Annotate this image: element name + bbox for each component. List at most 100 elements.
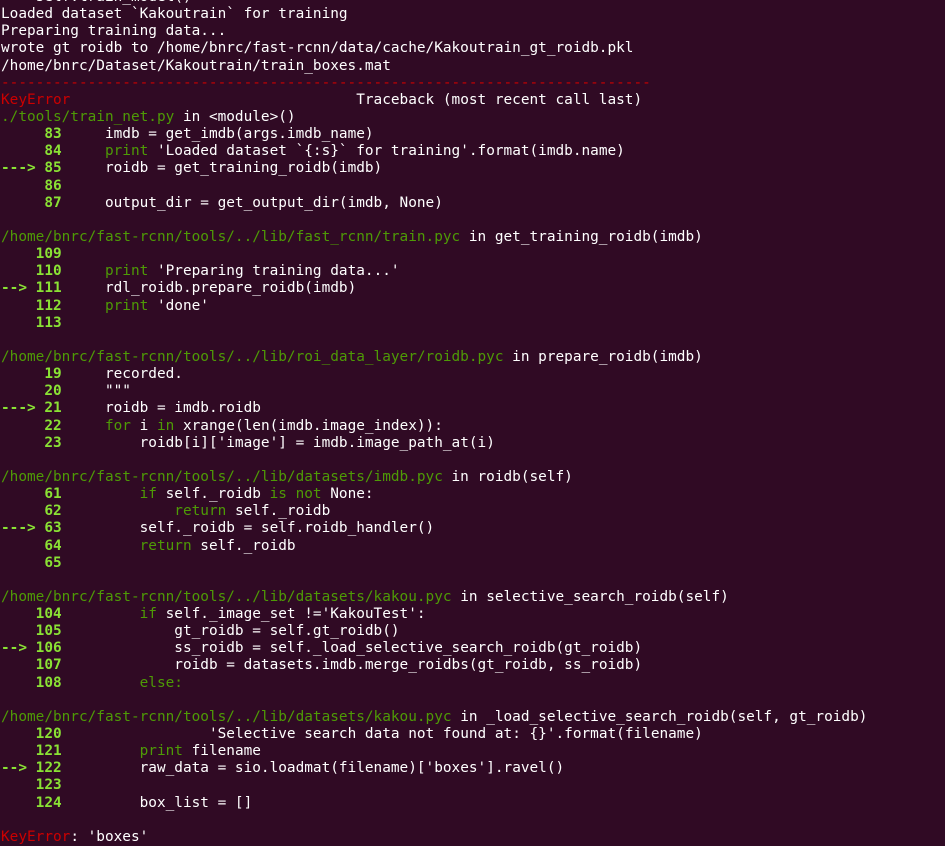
terminal-line: Preparing training data... (1, 23, 945, 40)
terminal-text: /home/bnrc/fast-rcnn/tools/../lib/datase… (1, 708, 452, 725)
terminal-text: prepare_roidb(imdb) (538, 348, 703, 365)
terminal-text: 113 (1, 314, 62, 331)
terminal-text: 64 (1, 537, 62, 554)
terminal-text: Loaded dataset `Kakoutrain` for training (1, 6, 348, 23)
terminal-text: output_dir = get_output_dir(imdb, None) (61, 194, 443, 211)
terminal-text: 'Preparing training data...' (156, 263, 400, 280)
terminal-line: --> 111 rdl_roidb.prepare_roidb(imdb) (1, 280, 945, 297)
terminal-text: in (174, 108, 209, 125)
terminal-text: 83 (1, 126, 62, 143)
terminal-line: 20 """ (1, 383, 945, 400)
terminal-text: --> 111 (1, 280, 62, 297)
terminal-text: _load_selective_search_roidb(self, gt_ro… (486, 708, 868, 725)
terminal-text: ] = imdb.image_path_at(i) (278, 434, 495, 451)
terminal-text: None: (330, 486, 374, 503)
terminal-text: is not (269, 486, 331, 503)
terminal-text: .format(imdb.name) (468, 143, 625, 160)
terminal-line: 86 (1, 178, 945, 195)
terminal-text: in (442, 468, 478, 485)
terminal-line: 65 (1, 555, 945, 572)
terminal-text: ss_roidb = self._load_selective_search_r… (61, 640, 643, 657)
terminal-text: roidb = datasets.imdb.merge_roidbs(gt_ro… (61, 657, 643, 674)
terminal-window[interactable]: self.train_model()Loaded dataset `Kakout… (0, 0, 945, 845)
terminal-line: 107 roidb = datasets.imdb.merge_roidbs(g… (1, 657, 945, 674)
terminal-text: imdb = get_imdb(args.imdb_name) (61, 126, 374, 143)
terminal-text: 108 (1, 674, 62, 691)
terminal-text: self.train_model() (36, 0, 192, 5)
terminal-text: /home/bnrc/fast-rcnn/tools/../lib/roi_da… (1, 348, 504, 365)
terminal-text: 19 (1, 366, 62, 383)
terminal-text: for (61, 417, 140, 434)
terminal-text: <module>() (208, 108, 296, 125)
terminal-text: print (61, 143, 157, 160)
terminal-text: .format(filename) (555, 726, 703, 743)
terminal-text: ---> 85 (1, 160, 62, 177)
terminal-line: 87 output_dir = get_output_dir(imdb, Non… (1, 195, 945, 212)
terminal-text: raw_data = sio.loadmat(filename)[ (61, 760, 426, 777)
terminal-line: ---> 63 self._roidb = self.roidb_handler… (1, 520, 945, 537)
terminal-line: /home/bnrc/fast-rcnn/tools/../lib/datase… (1, 709, 945, 726)
terminal-text: Traceback (most recent call last) (70, 91, 643, 108)
terminal-text: in (451, 708, 487, 725)
terminal-text: wrote gt roidb to /home/bnrc/fast-rcnn/d… (1, 40, 634, 57)
terminal-text: 20 (1, 383, 62, 400)
terminal-text: /home/bnrc/fast-rcnn/tools/../lib/datase… (1, 588, 452, 605)
terminal-line: 120 'Selective search data not found at:… (1, 726, 945, 743)
terminal-line: KeyError: 'boxes' (1, 829, 945, 846)
terminal-text: ----------------------------------------… (1, 74, 651, 91)
terminal-text: 61 (1, 486, 62, 503)
terminal-line: 62 return self._roidb (1, 503, 945, 520)
terminal-line: 83 imdb = get_imdb(args.imdb_name) (1, 126, 945, 143)
terminal-line: 110 print 'Preparing training data...' (1, 263, 945, 280)
terminal-line: /home/bnrc/Dataset/Kakoutrain/train_boxe… (1, 58, 945, 75)
terminal-text: 'Selective search data not found at: {}' (208, 726, 556, 743)
terminal-text: 62 (1, 503, 62, 520)
terminal-text: 'boxes' (425, 760, 487, 777)
terminal-line: ----------------------------------------… (1, 75, 945, 92)
terminal-text: if (61, 486, 166, 503)
terminal-text: 107 (1, 657, 62, 674)
terminal-text: 87 (1, 194, 62, 211)
terminal-text: in (451, 588, 487, 605)
terminal-text: filename (191, 743, 261, 760)
terminal-text: ---> 63 (1, 520, 62, 537)
terminal-line: ---> 21 roidb = imdb.roidb (1, 400, 945, 417)
terminal-text: """ (61, 383, 131, 400)
terminal-text: 120 (1, 726, 62, 743)
terminal-text: gt_roidb = self.gt_roidb() (61, 623, 400, 640)
terminal-line: 105 gt_roidb = self.gt_roidb() (1, 623, 945, 640)
terminal-text: 23 (1, 434, 62, 451)
terminal-line: 123 (1, 777, 945, 794)
terminal-line: wrote gt roidb to /home/bnrc/fast-rcnn/d… (1, 40, 945, 57)
terminal-text: 'done' (156, 297, 209, 314)
terminal-text: 110 (1, 263, 62, 280)
terminal-line: 64 return self._roidb (1, 538, 945, 555)
terminal-line: 124 box_list = [] (1, 795, 945, 812)
terminal-text: ./tools/train_net.py (1, 108, 175, 125)
terminal-text: roidb = imdb.roidb (61, 400, 261, 417)
terminal-text: 84 (1, 143, 62, 160)
terminal-text: print (61, 297, 157, 314)
terminal-text: 121 (1, 743, 62, 760)
terminal-text: 'image' (217, 434, 279, 451)
terminal-text: /home/bnrc/Dataset/Kakoutrain/train_boxe… (1, 57, 391, 74)
terminal-text: roidb[i][ (61, 434, 218, 451)
terminal-text: /home/bnrc/fast-rcnn/tools/../lib/fast_r… (1, 228, 461, 245)
terminal-text: 'Loaded dataset `{:s}` for training' (156, 143, 469, 160)
terminal-line: --> 106 ss_roidb = self._load_selective_… (1, 640, 945, 657)
terminal-text: 86 (1, 177, 62, 194)
terminal-text: --> 106 (1, 640, 62, 657)
terminal-line: 108 else: (1, 675, 945, 692)
terminal-line: 19 recorded. (1, 366, 945, 383)
terminal-line: 61 if self._roidb is not None: (1, 486, 945, 503)
terminal-line: ./tools/train_net.py in <module>() (1, 109, 945, 126)
terminal-line: /home/bnrc/fast-rcnn/tools/../lib/fast_r… (1, 229, 945, 246)
terminal-text: print (61, 743, 192, 760)
terminal-line: --> 122 raw_data = sio.loadmat(filename)… (1, 760, 945, 777)
